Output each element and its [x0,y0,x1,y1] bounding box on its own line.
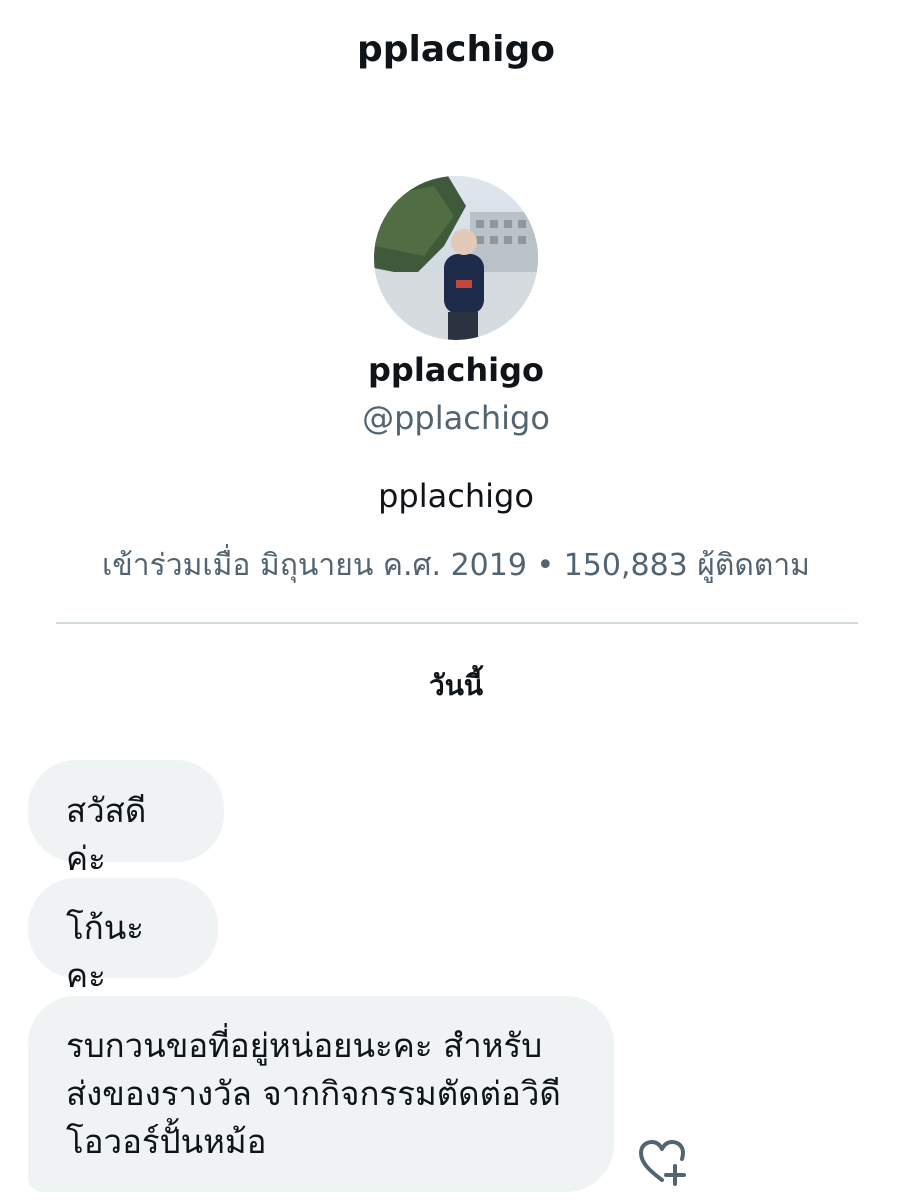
message-bubble[interactable]: รบกวนขอที่อยู่หน่อยนะคะ สำหรับส่งของรางว… [28,996,614,1192]
profile-handle: @pplachigo [362,399,550,437]
message-bubble[interactable]: สวัสดีค่ะ [28,760,224,878]
avatar[interactable] [374,176,538,340]
profile-join-and-followers: เข้าร่วมเมื่อ มิถุนายน ค.ศ. 2019 • 150,8… [102,548,810,583]
divider [56,622,858,624]
message-bubble[interactable]: โก้นะคะ [28,878,218,995]
message-text: โก้นะคะ [66,908,144,995]
profile-display-name: pplachigo [368,351,544,389]
message-text: สวัสดีค่ะ [66,791,147,878]
add-reaction-button[interactable] [636,1138,690,1188]
date-separator: วันนี้ [428,669,483,702]
heart-plus-icon [639,1140,686,1186]
conversation-title: pplachigo [357,29,555,70]
avatar-photo [374,176,538,340]
message-text: รบกวนขอที่อยู่หน่อยนะคะ สำหรับส่งของรางว… [66,1026,561,1161]
profile-bio: pplachigo [378,477,534,515]
